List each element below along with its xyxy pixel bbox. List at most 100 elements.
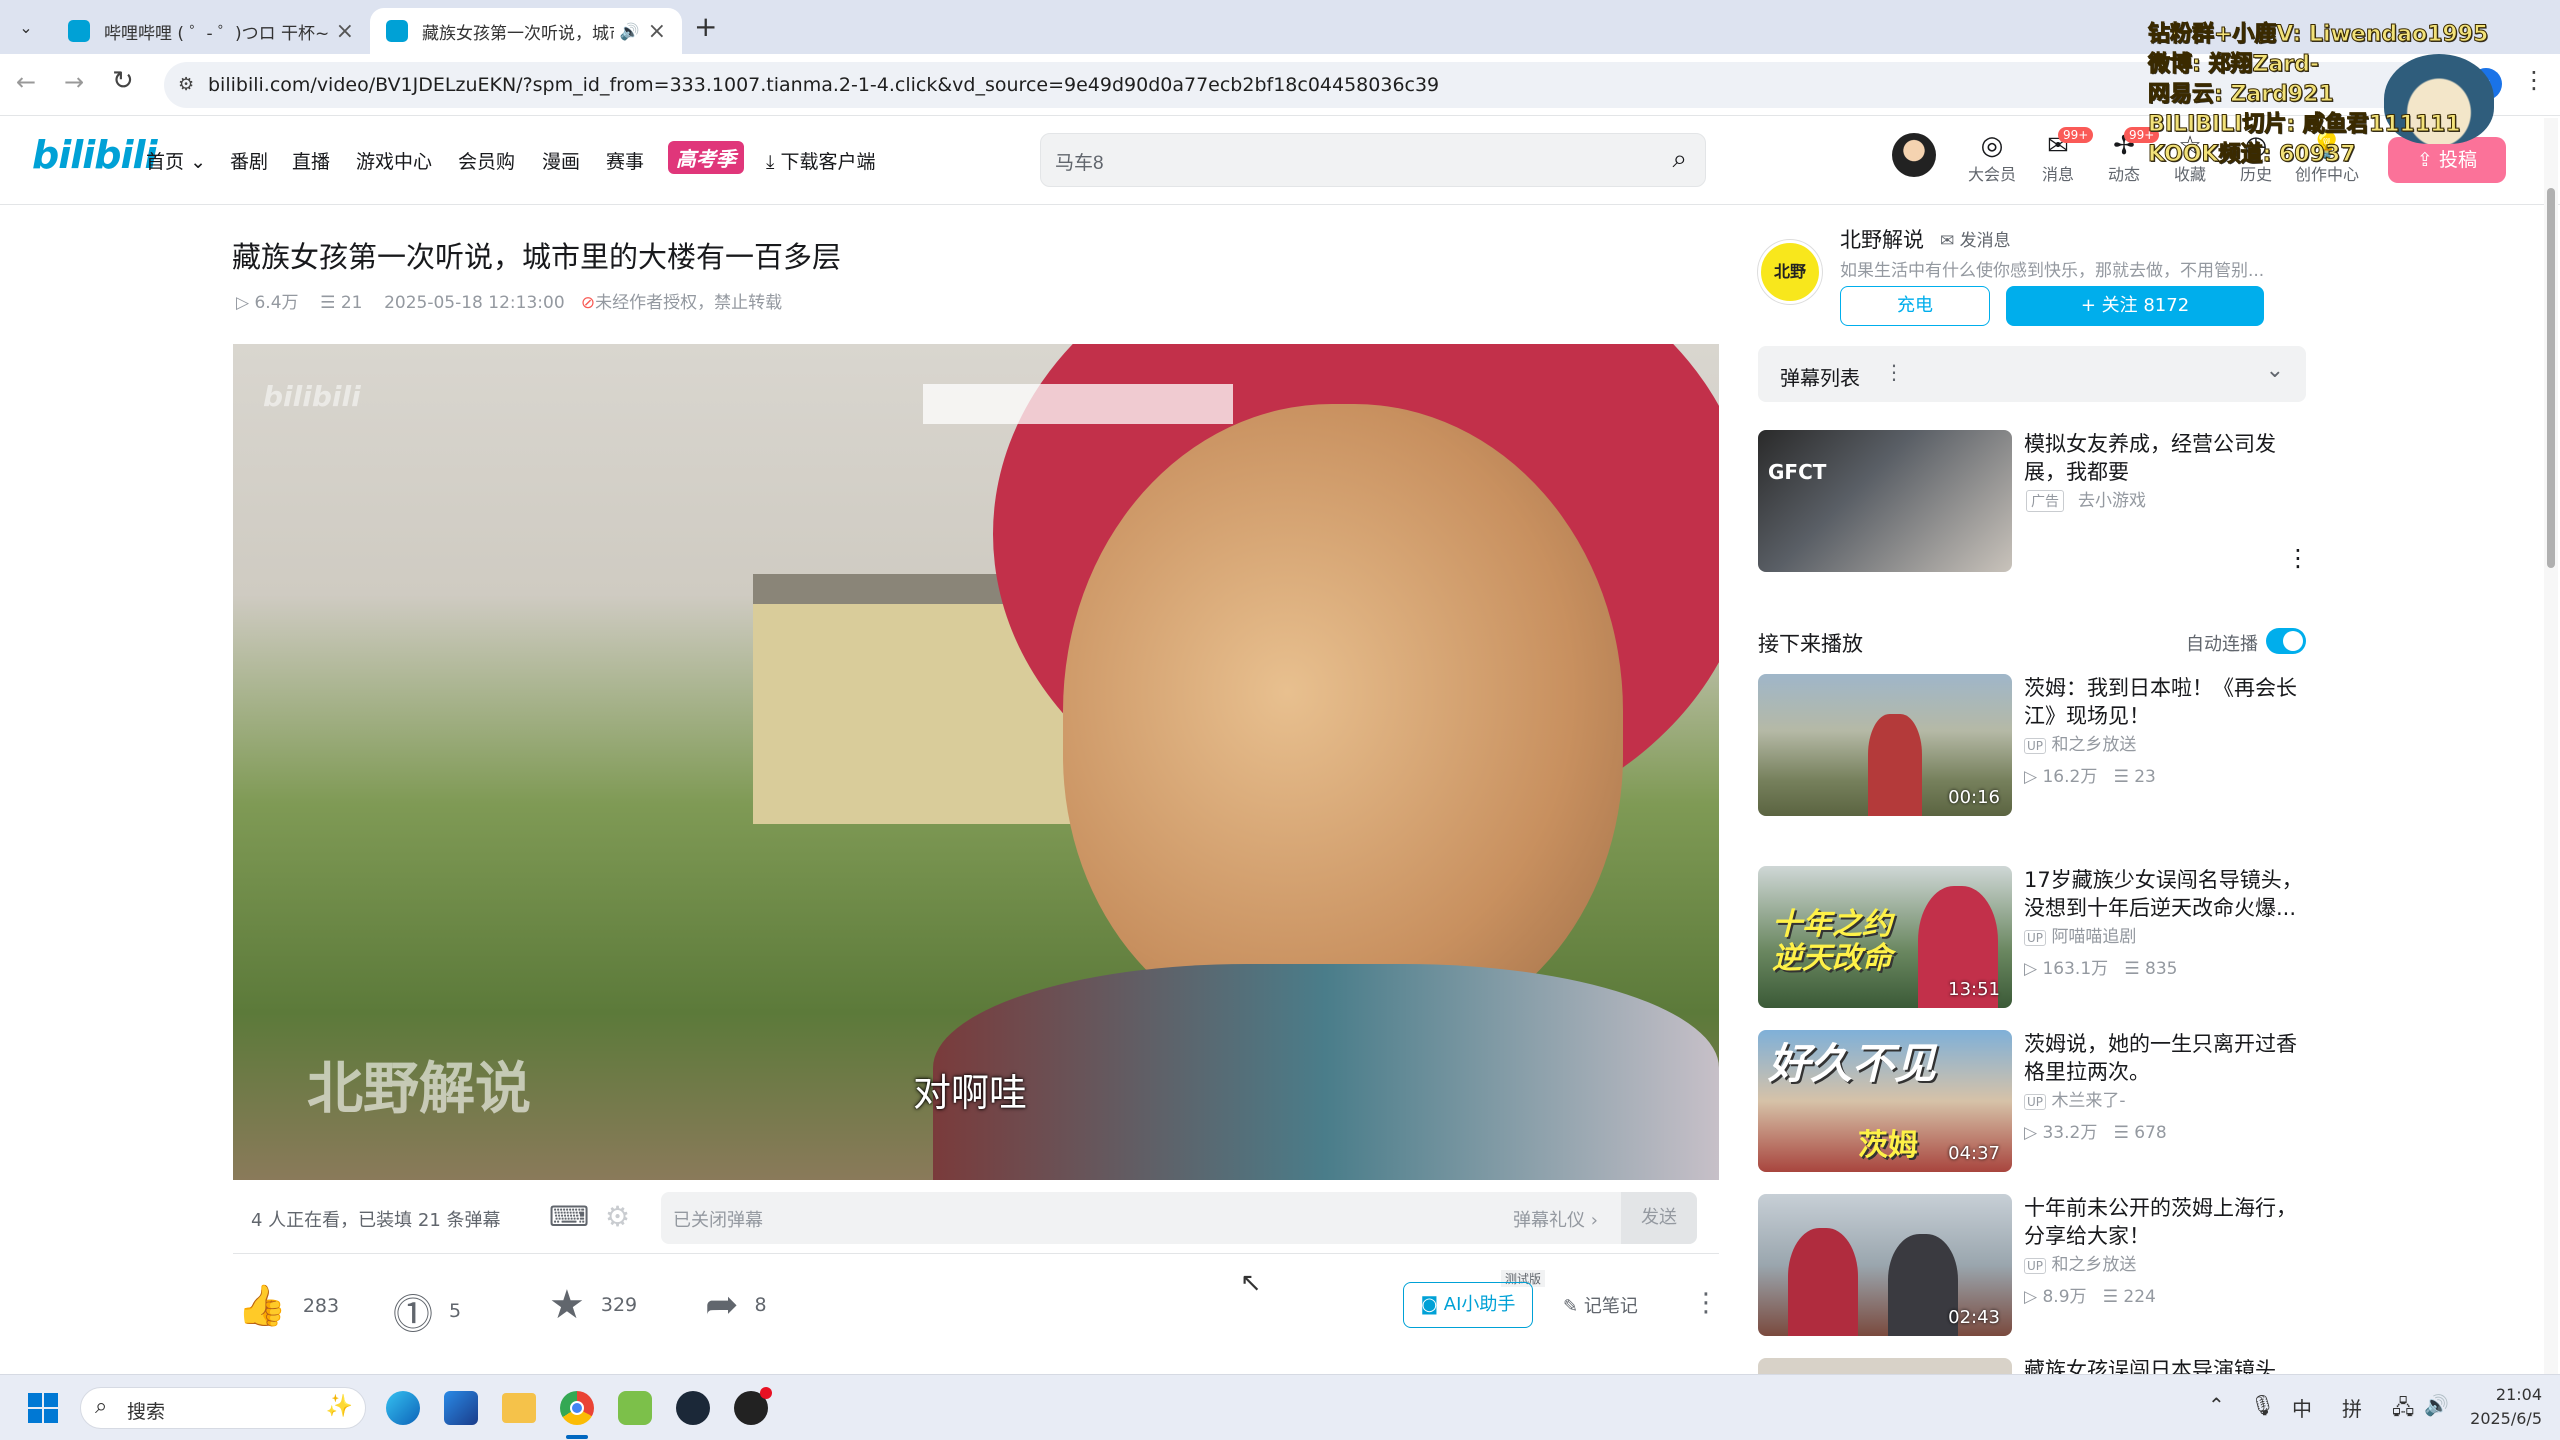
rec-thumbnail-4[interactable]: 02:43 <box>1758 1194 2012 1336</box>
share-icon: ➦ <box>705 1282 739 1328</box>
more-icon[interactable]: ⋮ <box>1693 1288 1719 1318</box>
clock-time[interactable]: 21:04 <box>2470 1385 2542 1404</box>
uploader-bio: 如果生活中有什么使你感到快乐，那就去做，不用管别... <box>1840 261 2265 281</box>
tab-bilibili-home[interactable]: 哔哩哔哩 ( ゜- ゜)つロ 干杯~-b × <box>52 8 370 54</box>
search-icon[interactable]: ⌕ <box>1672 144 1687 175</box>
microphone-icon[interactable]: 🎙 <box>2250 1393 2275 1417</box>
close-icon[interactable]: × <box>648 19 666 44</box>
bilibili-favicon <box>386 20 408 42</box>
share-button[interactable]: ➦ 8 <box>705 1282 767 1328</box>
ad-thumbnail[interactable]: GFCT <box>1758 430 2012 572</box>
nav-mall[interactable]: 会员购 <box>458 147 515 174</box>
volume-icon[interactable]: 🔊 <box>2424 1393 2449 1417</box>
nav-esports[interactable]: 赛事 <box>606 147 644 174</box>
ime-pinyin[interactable]: 拼 <box>2342 1393 2362 1422</box>
rec-title-1[interactable]: 茨姆：我到日本啦！《再会长江》现场见！ <box>2024 674 2314 730</box>
danmaku-toggle-icon[interactable]: ⌨ <box>549 1200 589 1233</box>
reload-icon[interactable]: ↻ <box>112 66 134 96</box>
rec-thumbnail-5[interactable] <box>1758 1358 2012 1374</box>
page-scrollbar[interactable] <box>2544 118 2558 1374</box>
search-icon: ⌕ <box>95 1394 108 1419</box>
site-info-icon[interactable]: ⚙ <box>178 62 194 108</box>
nav-home[interactable]: 首页 ⌄ <box>146 147 206 174</box>
steam-app-icon[interactable] <box>734 1387 772 1425</box>
file-explorer-icon[interactable] <box>502 1393 536 1423</box>
rec-title-2[interactable]: 17岁藏族少女误闯名导镜头，没想到十年后逆天改命火爆... <box>2024 866 2314 922</box>
rec-thumbnail-2[interactable]: 十年之约 逆天改命 13:51 <box>1758 866 2012 1008</box>
rec-thumbnail-1[interactable]: 00:16 <box>1758 674 2012 816</box>
forward-icon[interactable]: → <box>64 68 84 96</box>
nav-game-center[interactable]: 游戏中心 <box>356 147 432 174</box>
send-message-link[interactable]: ✉ 发消息 <box>1940 226 2011 251</box>
follow-button[interactable]: + 关注 8172 <box>2006 286 2264 326</box>
ad-source: 去小游戏 <box>2078 491 2146 511</box>
ime-mode[interactable]: 中 <box>2292 1393 2312 1422</box>
header-vip[interactable]: ◎ 大会员 <box>1962 131 2022 185</box>
rec-uploader-1[interactable]: UP 和之乡放送 <box>2024 732 2136 759</box>
danmaku-input[interactable]: 已关闭弹幕 弹幕礼仪 › 发送 <box>661 1192 1697 1244</box>
bilibili-logo[interactable]: bilibili <box>32 133 158 177</box>
overlay-line-2: 微博: 郑翔Zard- <box>2147 52 2319 78</box>
taskbar-search[interactable]: ⌕ 搜索 ✨ <box>80 1387 366 1429</box>
like-button[interactable]: 👍 283 <box>237 1282 339 1329</box>
viewer-count: 4 人正在看，已装填 21 条弹幕 <box>251 1210 501 1231</box>
rec-stats-1: ▷ 16.2万 ☰ 23 <box>2024 767 2156 787</box>
rec-title-5[interactable]: 藏族女孩误闯日本导演镜头 <box>2024 1356 2314 1374</box>
steam-icon[interactable] <box>676 1391 710 1425</box>
nav-live[interactable]: 直播 <box>292 147 330 174</box>
send-button[interactable]: 发送 <box>1621 1192 1697 1244</box>
network-icon[interactable]: 🖧 <box>2392 1393 2414 1427</box>
ad-more-icon[interactable]: ⋮ <box>2286 544 2310 572</box>
edge-icon[interactable] <box>386 1391 420 1425</box>
overlay-line-4: BILIBILI切片: 咸鱼君111111 <box>2147 112 2461 138</box>
user-avatar[interactable] <box>1892 133 1936 177</box>
chrome-active-indicator <box>566 1435 588 1439</box>
favorite-button[interactable]: ★ 329 <box>549 1282 637 1328</box>
nav-gaokao-banner[interactable]: 高考季 <box>668 141 744 174</box>
ad-title[interactable]: 模拟女友养成，经营公司发展，我都要 <box>2024 430 2314 486</box>
notes-icon: ✎ <box>1563 1296 1579 1317</box>
rec-uploader-2[interactable]: UP 阿喵喵追剧 <box>2024 924 2136 951</box>
view-count: 6.4万 <box>254 293 299 313</box>
scrollbar-thumb[interactable] <box>2547 188 2555 568</box>
speaker-icon[interactable]: 🔊 <box>620 22 640 41</box>
coin-button[interactable]: ⓵5 <box>393 1282 461 1340</box>
tab-search-icon[interactable]: ⌄ <box>12 14 40 42</box>
danmaku-list-panel[interactable]: 弹幕列表 ⋮ ⌄ <box>1758 346 2306 402</box>
danmaku-list-menu-icon[interactable]: ⋮ <box>1884 360 1904 384</box>
chrome-icon[interactable] <box>560 1391 594 1425</box>
back-icon[interactable]: ← <box>16 68 36 96</box>
overlay-line-3: 网易云: Zard921 <box>2147 82 2334 108</box>
chevron-down-icon[interactable]: ⌄ <box>2266 358 2284 383</box>
rec-title-4[interactable]: 十年前未公开的茨姆上海行，分享给大家！ <box>2024 1194 2314 1250</box>
nav-download-client[interactable]: ⤓ 下载客户端 <box>766 147 875 174</box>
rec-title-3[interactable]: 茨姆说，她的一生只离开过香格里拉两次。 <box>2024 1030 2314 1086</box>
tab-current-video[interactable]: 藏族女孩第一次听说，城市 🔊 × <box>370 8 682 54</box>
rec-thumbnail-3[interactable]: 好久不见 茨姆 04:37 <box>1758 1030 2012 1172</box>
notes-button[interactable]: ✎ 记笔记 <box>1563 1292 1638 1318</box>
search-box[interactable]: ⌕ <box>1040 133 1706 187</box>
danmaku-settings-icon[interactable]: ⚙ <box>605 1200 630 1233</box>
autoplay-toggle[interactable] <box>2266 628 2306 654</box>
url-field[interactable]: ⚙ bilibili.com/video/BV1JDELzuEKN/?spm_i… <box>164 62 2464 108</box>
copilot-sparkle-icon: ✨ <box>325 1394 353 1419</box>
rec-uploader-4[interactable]: UP 和之乡放送 <box>2024 1252 2136 1279</box>
nav-manga[interactable]: 漫画 <box>542 147 580 174</box>
close-icon[interactable]: × <box>336 19 354 44</box>
search-input[interactable] <box>1055 146 1615 176</box>
nav-bangumi[interactable]: 番剧 <box>230 147 268 174</box>
store-icon[interactable] <box>444 1391 478 1425</box>
tray-chevron-icon[interactable]: ⌃ <box>2208 1393 2225 1417</box>
charge-button[interactable]: 充电 <box>1840 286 1990 326</box>
clock-date[interactable]: 2025/6/5 <box>2460 1409 2542 1428</box>
danmaku-etiquette-link[interactable]: 弹幕礼仪 › <box>1513 1206 1598 1232</box>
uploader-name[interactable]: 北野解说 <box>1840 224 1924 254</box>
star-icon: ★ <box>549 1282 585 1328</box>
windows-start-icon[interactable] <box>28 1393 58 1423</box>
video-player[interactable]: bilibili 北野解说 对啊哇 <box>233 344 1719 1180</box>
game-app-icon[interactable] <box>618 1391 652 1425</box>
ai-assistant-button[interactable]: ◙ AI小助手 <box>1403 1282 1533 1328</box>
uploader-avatar[interactable]: 北野 <box>1758 240 1822 304</box>
new-tab-icon[interactable]: + <box>694 10 717 43</box>
rec-uploader-3[interactable]: UP 木兰来了- <box>2024 1088 2126 1115</box>
